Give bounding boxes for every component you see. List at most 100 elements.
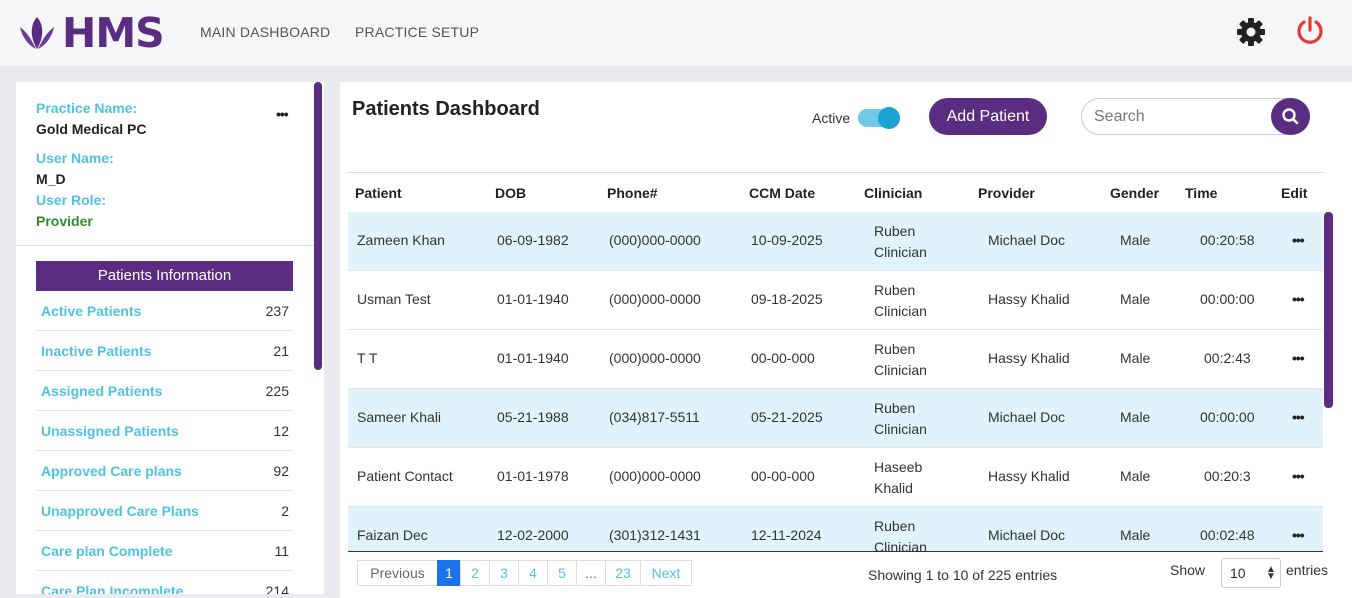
edit-menu-icon[interactable]: ••• [1292, 409, 1305, 425]
patient-name[interactable]: Sameer Khali [357, 409, 441, 425]
pagination-previous[interactable]: Previous [357, 560, 438, 586]
info-item-label[interactable]: Inactive Patients [41, 343, 152, 359]
table-row[interactable]: Sameer Khali 05-21-1988 (034)817-5511 05… [348, 389, 1323, 448]
table-row[interactable]: Zameen Khan 06-09-1982 (000)000-0000 10-… [348, 212, 1323, 271]
patient-dob: 05-21-1988 [497, 409, 569, 425]
pagination-page-2[interactable]: 2 [460, 560, 490, 586]
nav-practice-setup[interactable]: PRACTICE SETUP [355, 24, 479, 40]
clinician-first: Ruben [874, 341, 916, 357]
sidebar-scrollbar[interactable] [314, 82, 322, 370]
table-body: Zameen Khan 06-09-1982 (000)000-0000 10-… [348, 212, 1323, 552]
patient-dob: 01-01-1940 [497, 350, 569, 366]
patient-time: 00:20:3 [1204, 468, 1251, 484]
search-button[interactable] [1271, 98, 1310, 135]
edit-menu-icon[interactable]: ••• [1292, 468, 1305, 484]
pagination-page-23[interactable]: 23 [605, 560, 641, 586]
patient-gender: Male [1120, 291, 1151, 307]
column-header-ccm-date[interactable]: CCM Date [749, 185, 815, 201]
pagination-next[interactable]: Next [640, 560, 692, 586]
gear-icon[interactable] [1236, 17, 1266, 47]
power-icon[interactable] [1294, 15, 1326, 47]
info-item-label[interactable]: Active Patients [41, 303, 141, 319]
info-item-label[interactable]: Unapproved Care Plans [41, 503, 199, 519]
info-item-label[interactable]: Care plan Complete [41, 543, 172, 559]
patient-name[interactable]: T T [357, 350, 378, 366]
info-item-assigned-patients[interactable]: Assigned Patients 225 [36, 371, 293, 411]
pagination-page-4[interactable]: 4 [518, 560, 548, 586]
table-row[interactable]: T T 01-01-1940 (000)000-0000 00-00-000 R… [348, 330, 1323, 389]
column-header-patient[interactable]: Patient [355, 185, 402, 201]
info-item-care-plan-complete[interactable]: Care plan Complete 11 [36, 531, 293, 571]
select-arrows-icon: ▲ ▼ [1266, 564, 1276, 582]
info-item-approved-care-plans[interactable]: Approved Care plans 92 [36, 451, 293, 491]
more-options-icon[interactable]: ••• [276, 106, 289, 122]
patient-phone: (000)000-0000 [609, 232, 701, 248]
info-item-label[interactable]: Care Plan Incomplete [41, 583, 183, 595]
edit-menu-icon[interactable]: ••• [1292, 527, 1305, 543]
column-header-phone[interactable]: Phone# [607, 185, 658, 201]
top-bar: HMS MAIN DASHBOARD PRACTICE SETUP [0, 0, 1352, 66]
patient-clinician: Haseeb Khalid [874, 457, 922, 499]
info-item-label[interactable]: Unassigned Patients [41, 423, 179, 439]
info-item-count: 12 [273, 422, 289, 439]
user-role: Provider [36, 213, 93, 229]
practice-name: Gold Medical PC [36, 121, 147, 137]
column-header-dob[interactable]: DOB [495, 185, 526, 201]
edit-menu-icon[interactable]: ••• [1292, 350, 1305, 366]
patient-time: 00:20:58 [1200, 232, 1255, 248]
hms-logo[interactable]: HMS [18, 13, 165, 54]
info-item-unassigned-patients[interactable]: Unassigned Patients 12 [36, 411, 293, 451]
patient-ccm-date: 09-18-2025 [751, 291, 823, 307]
nav-main-dashboard[interactable]: MAIN DASHBOARD [200, 24, 330, 40]
clinician-first: Ruben [874, 518, 916, 534]
patient-phone: (000)000-0000 [609, 350, 701, 366]
patient-dob: 06-09-1982 [497, 232, 569, 248]
pagination-page-5[interactable]: 5 [547, 560, 577, 586]
pagination-page-1[interactable]: 1 [437, 560, 461, 586]
patient-time: 00:00:00 [1200, 291, 1255, 307]
info-item-unapproved-care-plans[interactable]: Unapproved Care Plans 2 [36, 491, 293, 531]
table-row[interactable]: Faizan Dec 12-02-2000 (301)312-1431 12-1… [348, 507, 1323, 551]
clinician-last: Clinician [874, 421, 927, 437]
info-item-label[interactable]: Assigned Patients [41, 383, 162, 399]
patient-name[interactable]: Faizan Dec [357, 527, 428, 543]
patient-provider: Hassy Khalid [988, 291, 1070, 307]
patient-provider: Hassy Khalid [988, 468, 1070, 484]
patient-clinician: Ruben Clinician [874, 221, 927, 263]
user-name-label: User Name: [36, 150, 114, 166]
patient-clinician: Ruben Clinician [874, 398, 927, 440]
active-toggle-knob[interactable] [878, 107, 900, 129]
pagination-page-3[interactable]: 3 [489, 560, 519, 586]
add-patient-button[interactable]: Add Patient [929, 98, 1047, 135]
practice-name-label: Practice Name: [36, 100, 138, 116]
edit-menu-icon[interactable]: ••• [1292, 291, 1305, 307]
page-title: Patients Dashboard [352, 98, 540, 120]
info-item-care-plan-incomplete[interactable]: Care Plan Incomplete 214 [36, 571, 293, 595]
entries-label: entries [1286, 562, 1329, 578]
patient-time: 00:00:00 [1200, 409, 1255, 425]
info-item-active-patients[interactable]: Active Patients 237 [36, 291, 293, 331]
edit-menu-icon[interactable]: ••• [1292, 232, 1305, 248]
patients-dashboard-panel: Patients Dashboard Active Add Patient Pa… [340, 82, 1352, 598]
table-row[interactable]: Usman Test 01-01-1940 (000)000-0000 09-1… [348, 271, 1323, 330]
column-header-gender[interactable]: Gender [1110, 185, 1159, 201]
table-row[interactable]: Patient Contact 01-01-1978 (000)000-0000… [348, 448, 1323, 507]
column-header-provider[interactable]: Provider [978, 185, 1035, 201]
info-item-label[interactable]: Approved Care plans [41, 463, 182, 479]
patient-ccm-date: 00-00-000 [751, 350, 815, 366]
column-header-time[interactable]: Time [1185, 185, 1217, 201]
info-item-count: 2 [281, 502, 289, 519]
patient-name[interactable]: Usman Test [357, 291, 431, 307]
info-item-inactive-patients[interactable]: Inactive Patients 21 [36, 331, 293, 371]
patient-name[interactable]: Zameen Khan [357, 232, 445, 248]
patient-gender: Male [1120, 409, 1151, 425]
patient-name[interactable]: Patient Contact [357, 468, 453, 484]
patient-gender: Male [1120, 350, 1151, 366]
patient-gender: Male [1120, 527, 1151, 543]
clinician-last: Clinician [874, 303, 927, 319]
table-scrollbar[interactable] [1324, 212, 1333, 408]
pagination-ellipsis: ... [576, 560, 606, 586]
lotus-icon [20, 17, 54, 49]
search-input[interactable] [1094, 107, 1264, 127]
column-header-clinician[interactable]: Clinician [864, 185, 922, 201]
